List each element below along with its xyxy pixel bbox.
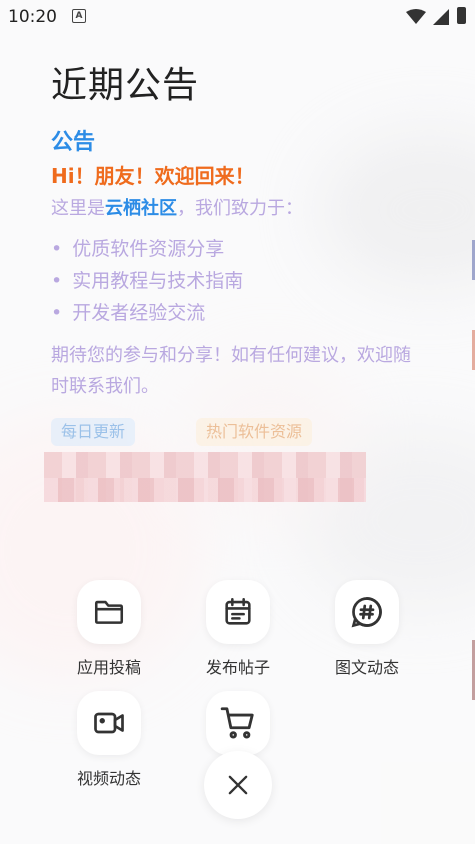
action-label: 发布帖子 [205, 658, 270, 677]
hashtag-icon [351, 597, 382, 628]
calendar-icon [225, 597, 251, 625]
action-label: 应用投稿 [76, 658, 141, 677]
action-label: 图文动态 [334, 658, 399, 677]
publish-action-menu: 应用投稿 发布帖子 图文动态 视频动态 [0, 0, 475, 844]
close-menu-button[interactable] [204, 751, 272, 819]
video-icon [94, 712, 124, 734]
action-icon-button[interactable] [335, 580, 399, 644]
action-label: 视频动态 [76, 769, 141, 788]
folder-icon [94, 600, 124, 624]
action-shop[interactable] [173, 691, 303, 755]
action-icon-button[interactable] [206, 580, 270, 644]
action-icon-button[interactable] [206, 691, 270, 755]
action-icon-button[interactable] [77, 691, 141, 755]
close-icon [228, 775, 248, 795]
action-image-text-post[interactable]: 图文动态 [302, 580, 432, 678]
action-app-submission[interactable]: 应用投稿 [44, 580, 174, 678]
action-publish-post[interactable]: 发布帖子 [173, 580, 303, 678]
cart-icon [220, 707, 254, 739]
action-video-post[interactable]: 视频动态 [44, 691, 174, 789]
action-icon-button[interactable] [77, 580, 141, 644]
